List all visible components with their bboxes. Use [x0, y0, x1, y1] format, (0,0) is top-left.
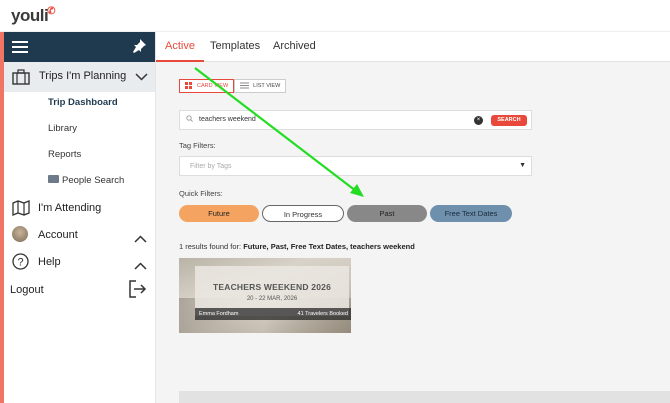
- tab-bar: Active Templates Archived: [156, 32, 670, 62]
- sidebar-item-logout[interactable]: Logout: [10, 284, 44, 296]
- avatar[interactable]: [12, 226, 28, 242]
- trip-organizer: Emma Fordham: [199, 311, 239, 317]
- tab-templates[interactable]: Templates: [210, 40, 260, 52]
- quick-filter-future[interactable]: Future: [179, 205, 259, 222]
- caret-down-icon: ▼: [519, 162, 526, 169]
- sidebar-header: [4, 32, 155, 62]
- sidebar-subitem-trip-dashboard[interactable]: Trip Dashboard: [48, 97, 118, 108]
- sidebar-item-trips-planning[interactable]: Trips I'm Planning: [4, 62, 155, 92]
- list-icon: [240, 82, 250, 91]
- trip-dates: 20 - 22 MAR, 2026: [246, 296, 298, 302]
- logout-icon[interactable]: [129, 280, 147, 303]
- hamburger-icon[interactable]: [12, 41, 28, 56]
- sidebar-item-label: Trips I'm Planning: [39, 70, 127, 82]
- results-summary: 1 results found for: Future, Past, Free …: [179, 242, 415, 251]
- sidebar-subitem-library[interactable]: Library: [48, 123, 77, 134]
- chevron-down-icon[interactable]: [135, 72, 148, 84]
- clear-search-icon[interactable]: ×: [474, 116, 483, 125]
- results-query: Future, Past, Free Text Dates, teachers …: [243, 242, 415, 251]
- sidebar-item-account[interactable]: Account: [38, 229, 78, 241]
- quick-filter-past[interactable]: Past: [347, 205, 427, 222]
- sidebar-subitem-reports[interactable]: Reports: [48, 149, 81, 160]
- quick-filter-free-text-dates[interactable]: Free Text Dates: [430, 205, 512, 222]
- help-icon: ?: [12, 253, 29, 275]
- top-bar: youli✆: [0, 0, 670, 32]
- chevron-up-icon[interactable]: [134, 257, 147, 275]
- tag-filter-select[interactable]: Filter by Tags ▼: [179, 156, 532, 176]
- grid-icon: [185, 81, 193, 91]
- results-prefix: 1 results found for:: [179, 242, 244, 251]
- tab-archived[interactable]: Archived: [273, 40, 316, 52]
- sidebar-subitem-people-search[interactable]: People Search: [62, 175, 124, 186]
- youli-logo[interactable]: youli✆: [11, 6, 56, 26]
- quick-filters-label: Quick Filters:: [179, 189, 223, 198]
- view-toggle: CARD VIEW LIST VIEW: [179, 79, 287, 93]
- sidebar: Trips I'm Planning Trip Dashboard Librar…: [4, 32, 156, 403]
- trip-title: TEACHERS WEEKEND 2026: [212, 282, 332, 292]
- pin-icon[interactable]: [131, 38, 147, 58]
- card-view-button[interactable]: CARD VIEW: [179, 79, 235, 93]
- search-button[interactable]: SEARCH: [491, 115, 527, 126]
- quick-filter-in-progress[interactable]: In Progress: [262, 205, 344, 222]
- trip-card[interactable]: TEACHERS WEEKEND 2026 20 - 22 MAR, 2026 …: [179, 258, 351, 333]
- new-badge-icon: [48, 175, 59, 183]
- sidebar-item-attending[interactable]: I'm Attending: [38, 202, 101, 214]
- list-view-button[interactable]: LIST VIEW: [234, 79, 287, 93]
- sidebar-item-help[interactable]: Help: [38, 256, 61, 268]
- tag-filters-label: Tag Filters:: [179, 141, 216, 150]
- card-footer: Emma Fordham 41 Travelers Booked: [195, 308, 351, 320]
- search-icon: [186, 115, 193, 124]
- tag-filter-placeholder: Filter by Tags: [190, 163, 232, 170]
- trip-travelers-count: 41 Travelers Booked: [297, 311, 348, 317]
- svg-text:?: ?: [17, 257, 23, 269]
- search-value: teachers weekend: [199, 116, 256, 123]
- logo-pin-icon: ✆: [47, 6, 56, 17]
- search-input[interactable]: teachers weekend × SEARCH: [179, 110, 532, 130]
- tab-active[interactable]: Active: [165, 40, 195, 52]
- map-icon: [12, 200, 30, 216]
- suitcase-icon: [12, 69, 30, 85]
- chevron-up-icon[interactable]: [134, 230, 147, 248]
- bottom-panel: [179, 391, 670, 403]
